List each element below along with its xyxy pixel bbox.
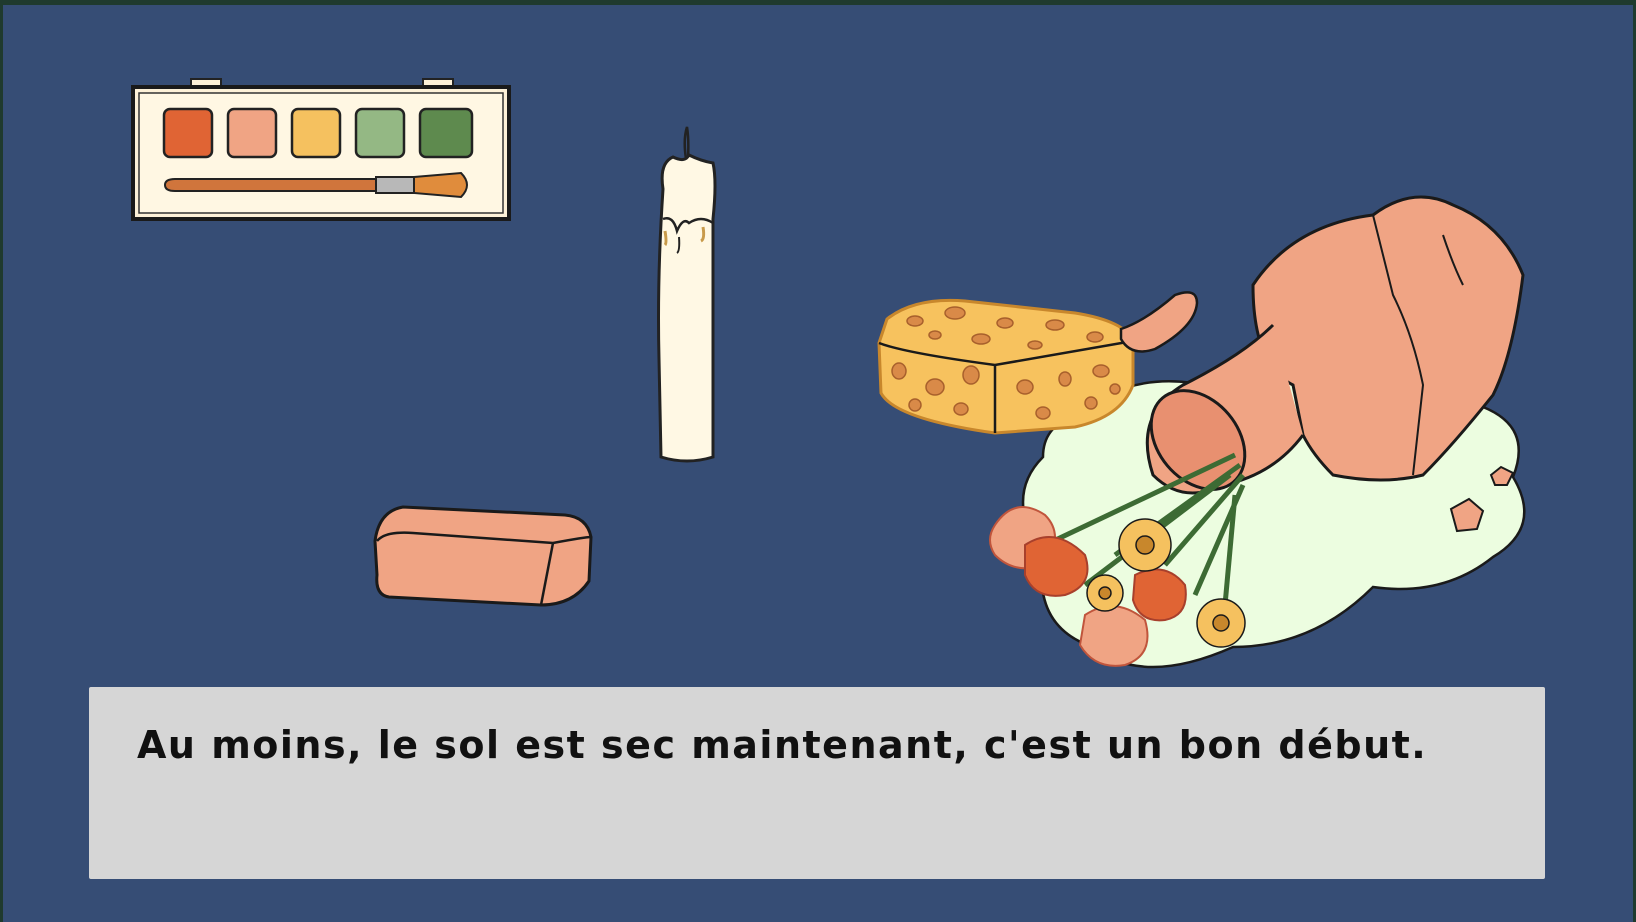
dialogue-text: Au moins, le sol est sec maintenant, c'e…: [137, 723, 1428, 767]
flowers-icon[interactable]: [985, 445, 1265, 685]
vase-fragment-1: [1447, 495, 1487, 535]
watercolor-palette-icon[interactable]: [131, 77, 511, 221]
clay-brick-icon[interactable]: [373, 501, 595, 609]
dialogue-box[interactable]: Au moins, le sol est sec maintenant, c'e…: [89, 687, 1545, 879]
game-scene: Au moins, le sol est sec maintenant, c'e…: [3, 5, 1633, 922]
sponge-icon[interactable]: [875, 295, 1145, 455]
vase-fragment-2: [1489, 465, 1515, 487]
candle-icon[interactable]: [655, 119, 719, 465]
